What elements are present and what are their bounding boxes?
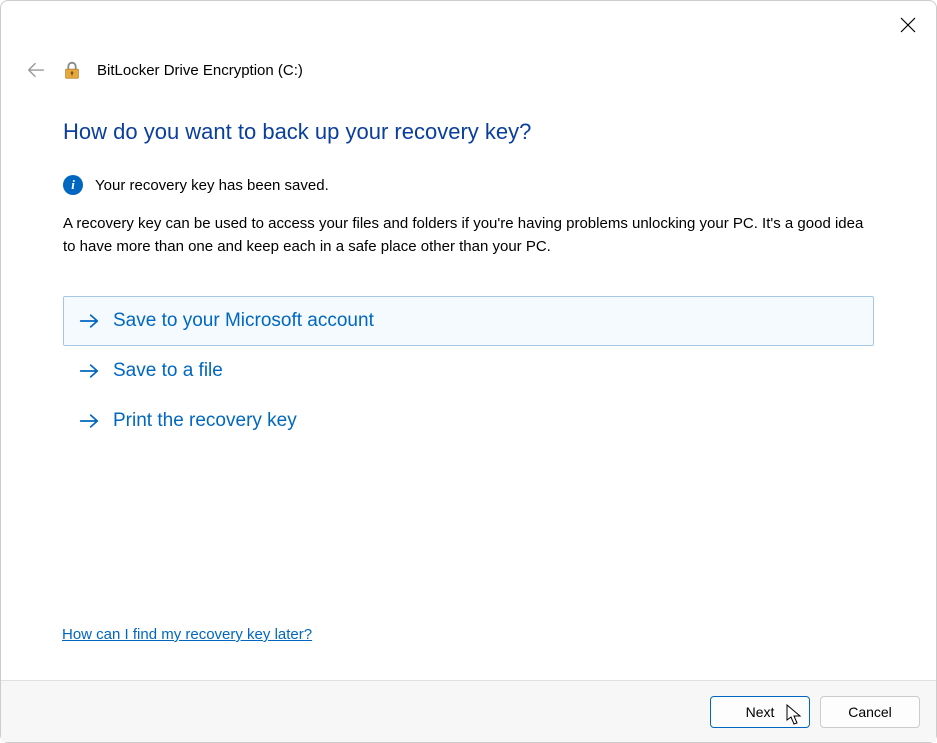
option-save-file[interactable]: Save to a file (63, 346, 874, 396)
info-icon: i (63, 175, 83, 195)
option-list: Save to your Microsoft account Save to a… (63, 296, 874, 446)
footer: Next Cancel (1, 680, 936, 742)
description: A recovery key can be used to access you… (63, 213, 874, 258)
header: BitLocker Drive Encryption (C:) (1, 1, 936, 81)
arrow-right-icon (79, 312, 99, 330)
bitlocker-icon (61, 59, 83, 81)
back-button[interactable] (25, 59, 47, 81)
option-save-microsoft-account[interactable]: Save to your Microsoft account (63, 296, 874, 346)
cancel-button[interactable]: Cancel (820, 696, 920, 728)
option-print-key[interactable]: Print the recovery key (63, 396, 874, 446)
option-label: Save to your Microsoft account (113, 310, 374, 332)
header-title: BitLocker Drive Encryption (C:) (97, 62, 303, 79)
arrow-right-icon (79, 412, 99, 430)
close-button[interactable] (899, 16, 917, 34)
help-link[interactable]: How can I find my recovery key later? (62, 626, 312, 643)
content: How do you want to back up your recovery… (1, 81, 936, 680)
info-text: Your recovery key has been saved. (95, 177, 329, 194)
info-row: i Your recovery key has been saved. (63, 175, 874, 195)
next-button[interactable]: Next (710, 696, 810, 728)
main-heading: How do you want to back up your recovery… (63, 119, 874, 145)
option-label: Print the recovery key (113, 410, 297, 432)
back-arrow-icon (25, 59, 47, 81)
arrow-right-icon (79, 362, 99, 380)
close-icon (900, 17, 916, 33)
option-label: Save to a file (113, 360, 223, 382)
